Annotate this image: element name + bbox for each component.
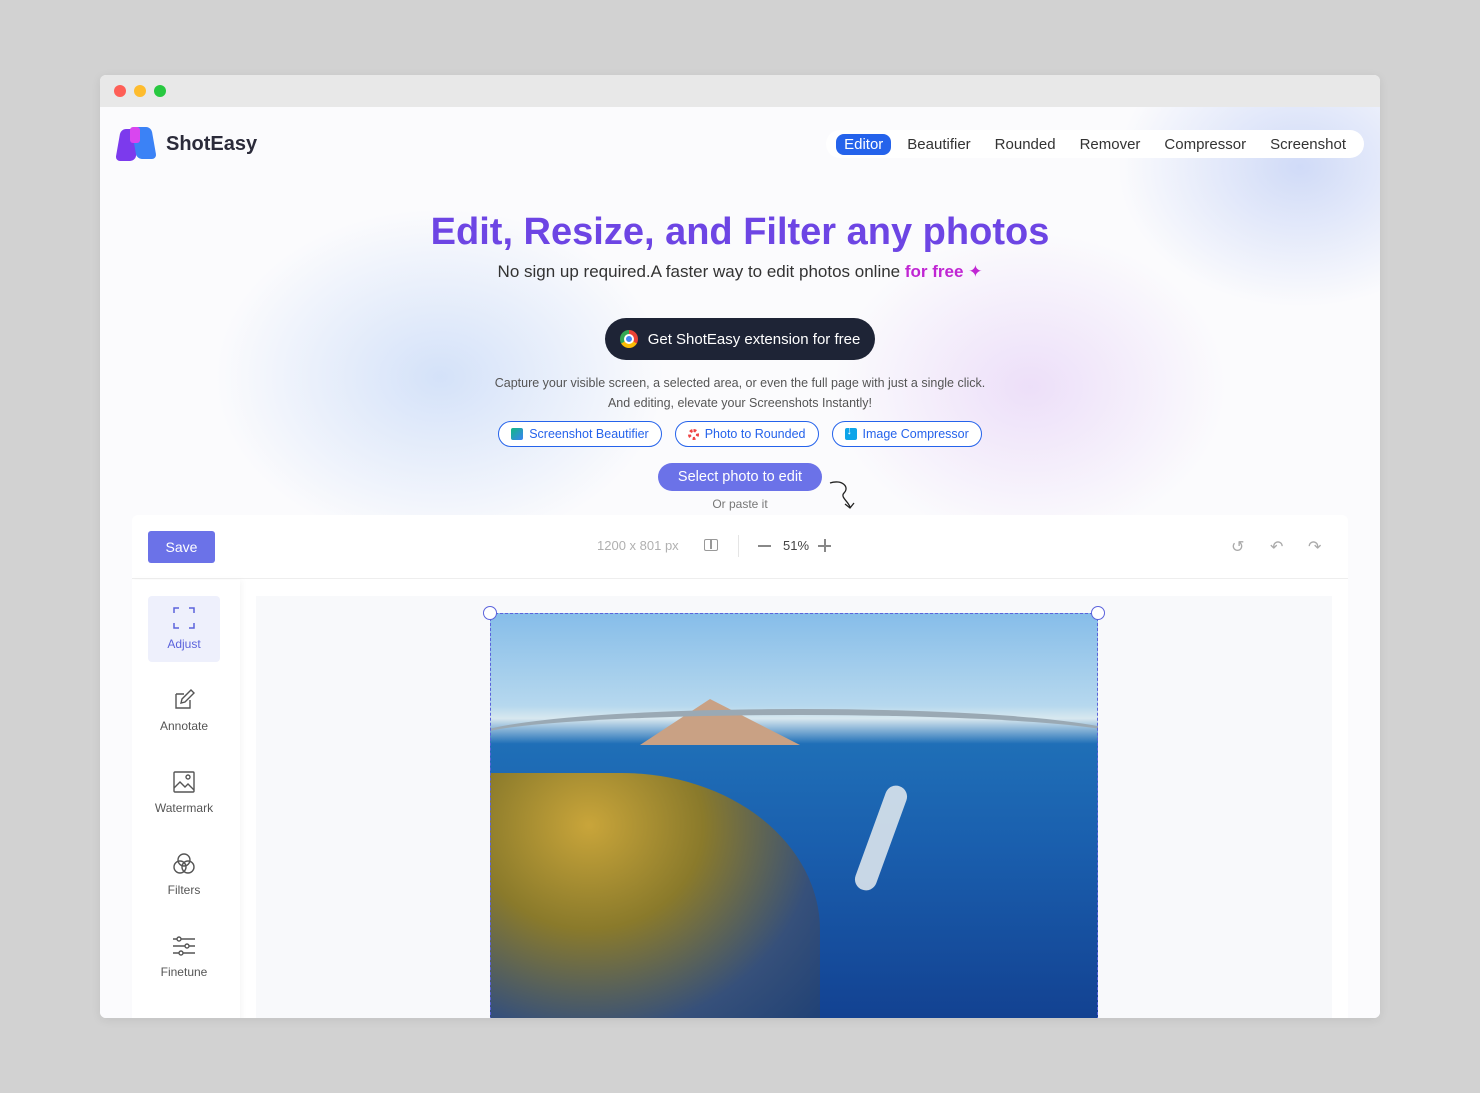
logo[interactable]: ShotEasy	[115, 125, 258, 163]
tool-label: Watermark	[154, 801, 214, 815]
tool-label: Adjust	[167, 637, 201, 651]
pill-label: Image Compressor	[862, 427, 969, 441]
compare-icon[interactable]	[704, 539, 718, 551]
tool-adjust[interactable]: Adjust	[148, 596, 220, 662]
crop-handle-top-left[interactable]	[483, 606, 497, 620]
nav-item-rounded[interactable]: Rounded	[987, 134, 1064, 155]
hero-subtitle: No sign up required.A faster way to edit…	[100, 262, 1380, 282]
nav-item-beautifier[interactable]: Beautifier	[899, 134, 978, 155]
minimize-window-button[interactable]	[134, 85, 146, 97]
pill-label: Photo to Rounded	[704, 427, 806, 441]
image-icon	[173, 771, 195, 793]
browser-window: ShotEasy Editor Beautifier Rounded Remov…	[100, 75, 1380, 1018]
undo-icon[interactable]: ↶	[1270, 537, 1283, 557]
maximize-window-button[interactable]	[154, 85, 166, 97]
page-title: Edit, Resize, and Filter any photos	[430, 211, 1050, 253]
pill-label: Screenshot Beautifier	[529, 427, 649, 441]
tool-annotate[interactable]: Annotate	[148, 678, 220, 744]
crop-handle-top-right[interactable]	[1091, 606, 1105, 620]
hero-subtitle-highlight: for free	[904, 262, 964, 281]
app-name: ShotEasy	[166, 132, 258, 155]
nav-item-screenshot[interactable]: Screenshot	[1262, 134, 1354, 155]
editor-toolbar: Save 1200 x 801 px 51% ↺ ↶ ↷	[132, 515, 1348, 579]
get-extension-label: Get ShotEasy extension for free	[647, 330, 861, 348]
sparkle-icon: ✦	[968, 262, 983, 281]
image-compressor-link[interactable]: Image Compressor	[831, 421, 982, 447]
nav-item-remover[interactable]: Remover	[1072, 134, 1149, 155]
tool-filters[interactable]: Filters	[148, 842, 220, 908]
window-titlebar	[100, 75, 1380, 107]
save-button[interactable]: Save	[148, 531, 215, 563]
hero-subtitle-text: No sign up required.A faster way to edit…	[497, 262, 901, 281]
tool-finetune[interactable]: Finetune	[148, 924, 220, 990]
chrome-icon	[619, 330, 638, 348]
zoom-out-button[interactable]	[758, 545, 771, 547]
crop-icon	[173, 607, 195, 629]
photo-to-rounded-link[interactable]: Photo to Rounded	[674, 421, 819, 447]
image-dimensions: 1200 x 801 px	[597, 538, 679, 553]
crop-selection[interactable]	[483, 606, 1105, 1018]
reset-icon[interactable]: ↺	[1231, 537, 1244, 557]
editor-canvas[interactable]	[256, 596, 1332, 1018]
select-photo-button[interactable]: Select photo to edit	[658, 463, 822, 491]
download-icon	[844, 425, 857, 440]
page-content: ShotEasy Editor Beautifier Rounded Remov…	[100, 107, 1380, 1018]
nav-item-compressor[interactable]: Compressor	[1156, 134, 1254, 155]
zoom-level: 51%	[783, 538, 810, 553]
sliders-icon	[173, 936, 195, 956]
screenshot-beautifier-link[interactable]: Screenshot Beautifier	[498, 421, 662, 447]
toolbar-divider	[738, 535, 739, 557]
redo-icon[interactable]: ↷	[1308, 537, 1321, 557]
rounded-icon	[687, 428, 699, 440]
hero-description: Capture your visible screen, a selected …	[100, 373, 1380, 413]
zoom-in-button[interactable]	[818, 539, 831, 552]
tool-watermark[interactable]: Watermark	[148, 760, 220, 826]
close-window-button[interactable]	[114, 85, 126, 97]
tool-sidebar: Adjust Annotate Watermark Filters Finetu…	[132, 580, 240, 1018]
pencil-icon	[175, 689, 195, 709]
tool-label: Finetune	[160, 965, 208, 979]
top-nav: Editor Beautifier Rounded Remover Compre…	[826, 130, 1364, 158]
nav-item-editor[interactable]: Editor	[836, 133, 892, 155]
feature-links: Screenshot Beautifier Photo to Rounded I…	[100, 421, 1380, 447]
tool-label: Filters	[167, 883, 201, 897]
filters-icon	[173, 853, 195, 874]
paste-hint: Or paste it	[712, 497, 768, 511]
logo-icon	[115, 125, 158, 163]
tool-label: Annotate	[159, 719, 209, 733]
get-extension-button[interactable]: Get ShotEasy extension for free	[605, 318, 875, 360]
photo-editor: Save 1200 x 801 px 51% ↺ ↶ ↷ Adjust Anno…	[132, 515, 1348, 1018]
image-icon	[511, 428, 524, 440]
hero-description-line-2: And editing, elevate your Screenshots In…	[607, 396, 873, 410]
hero-description-line-1: Capture your visible screen, a selected …	[494, 376, 986, 390]
